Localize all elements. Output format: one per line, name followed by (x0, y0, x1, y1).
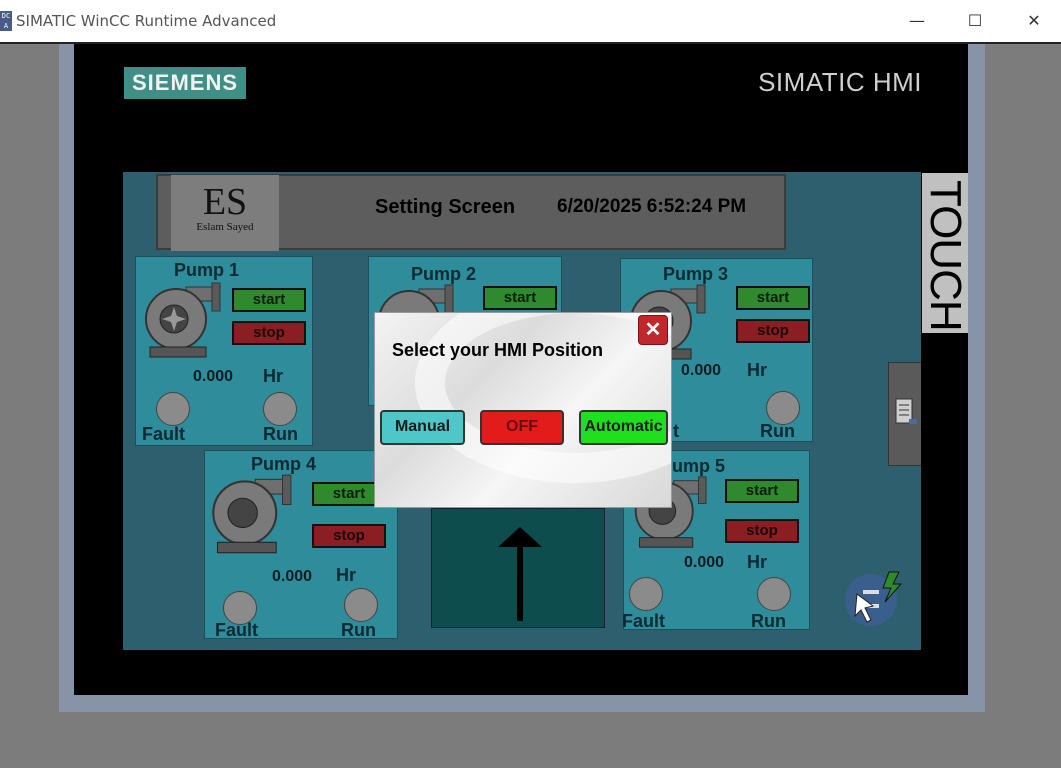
pump3-start-button[interactable]: start (736, 286, 810, 310)
pump3-run-lamp (766, 391, 800, 425)
pump5-stop-button[interactable]: stop (725, 519, 799, 543)
hmi-position-dialog: Select your HMI Position ✕ Manual OFF Au… (374, 312, 672, 508)
pump1-stop-button[interactable]: stop (232, 321, 306, 345)
product-label: SIMATIC HMI (758, 67, 922, 97)
pump-title: Pump 3 (663, 264, 729, 284)
window-title: SIMATIC WinCC Runtime Advanced (16, 12, 277, 30)
window-titlebar: DC A SIMATIC WinCC Runtime Advanced — ☐ … (0, 0, 1061, 44)
pump1-fault-lamp (156, 392, 190, 426)
pump3-stop-button[interactable]: stop (736, 319, 810, 343)
pump1-hours-value: 0.000 (193, 368, 234, 385)
pump4-hours-unit: Hr (336, 565, 357, 585)
touch-label: TOUCH (921, 180, 970, 331)
close-window-button[interactable]: ✕ (1021, 10, 1047, 32)
datetime-display: 6/20/2025 6:52:24 PM (557, 196, 747, 217)
pump1-hours-unit: Hr (263, 366, 284, 386)
pump-icon (212, 474, 292, 554)
logo-name: Eslam Sayed (196, 221, 254, 233)
pump3-run-label: Run (760, 421, 795, 441)
pump-title: ump 5 (672, 456, 726, 476)
app-icon: DC A (0, 11, 12, 31)
maximize-button[interactable]: ☐ (962, 10, 988, 32)
pump4-stop-button[interactable]: stop (312, 524, 386, 548)
pump1-start-button[interactable]: start (232, 288, 306, 312)
pump5-hours-value: 0.000 (684, 554, 725, 571)
pump3-hours-unit: Hr (747, 360, 768, 380)
log-button[interactable] (888, 362, 921, 466)
pump-title: Pump 2 (411, 264, 477, 284)
pump3-hours-value: 0.000 (681, 362, 722, 379)
manual-button[interactable]: Manual (380, 410, 465, 445)
logo-initials: ES (202, 181, 248, 223)
scroll-icon (895, 398, 917, 424)
pump1-fault-label: Fault (142, 424, 185, 444)
pump5-run-label: Run (751, 611, 786, 631)
dialog-title: Select your HMI Position (392, 340, 604, 360)
minimize-button[interactable]: — (904, 10, 930, 32)
es-logo: ES Eslam Sayed (171, 175, 279, 251)
pump-title: Pump 4 (251, 454, 317, 474)
pump4-hours-value: 0.000 (272, 568, 313, 585)
pump5-fault-lamp (629, 577, 663, 611)
pump5-run-lamp (757, 577, 791, 611)
off-button[interactable]: OFF (480, 410, 564, 445)
pump3-fault-label: t (673, 421, 679, 441)
change-screen-icon[interactable] (843, 570, 913, 630)
screen-title: Setting Screen (375, 196, 516, 218)
pump1-run-lamp (263, 392, 297, 426)
pump5-hours-unit: Hr (747, 552, 768, 572)
dialog-close-button[interactable]: ✕ (638, 315, 668, 345)
pump5-fault-label: Fault (622, 611, 665, 631)
pump-panel-1: Pump 1 start stop 0.000 Hr Fault Run (135, 256, 313, 446)
pump5-start-button[interactable]: start (725, 479, 799, 503)
pump4-run-label: Run (341, 620, 376, 640)
pump2-start-button[interactable]: start (483, 286, 557, 310)
pump4-run-lamp (344, 588, 378, 622)
pump-panel-4: Pump 4 start stop 0.000 Hr Fault Run (204, 450, 398, 640)
up-arrow-icon (498, 527, 542, 621)
pump1-run-label: Run (263, 424, 298, 444)
direction-display (431, 508, 605, 628)
pump4-fault-label: Fault (215, 620, 258, 640)
automatic-button[interactable]: Automatic (579, 410, 668, 445)
pump-icon (145, 282, 221, 358)
siemens-logo: SIEMENS (124, 67, 246, 99)
dialog-background-swirl (415, 313, 671, 483)
pump-title: Pump 1 (174, 260, 240, 280)
